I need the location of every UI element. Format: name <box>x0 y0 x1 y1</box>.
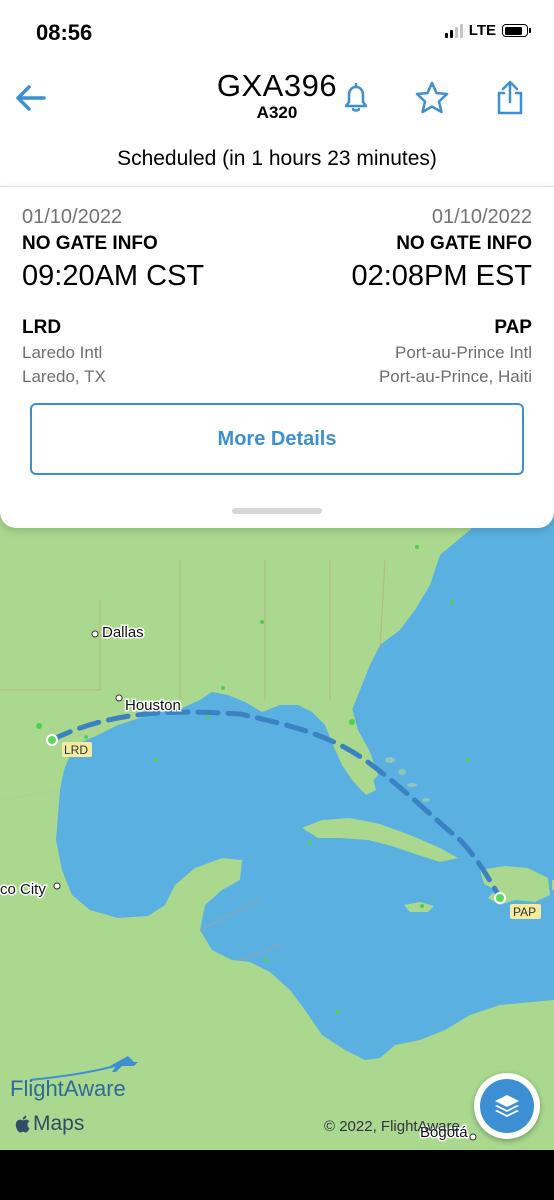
arrival-airport: Port-au-Prince Intl <box>395 343 532 362</box>
share-button[interactable] <box>490 78 530 118</box>
clock: 08:56 <box>36 20 93 45</box>
signal-icon <box>444 23 463 38</box>
departure-time: 09:20AM CST <box>22 260 205 292</box>
layers-button[interactable] <box>474 1073 540 1139</box>
status-bar: 08:56 LTE <box>0 0 554 62</box>
arrival-city: Port-au-Prince, Haiti <box>378 367 532 386</box>
arrival-gate: NO GATE INFO <box>396 233 532 254</box>
lrd-badge[interactable]: LRD <box>62 742 92 757</box>
favorite-button[interactable] <box>412 78 452 118</box>
departure-airport: Laredo Intl <box>22 343 103 362</box>
dallas-label: Dallas <box>102 624 144 641</box>
departure-city: Laredo, TX <box>22 367 106 386</box>
departure-date: 01/10/2022 <box>22 206 123 228</box>
status-indicators: LTE <box>444 22 531 39</box>
layers-inner <box>480 1079 534 1133</box>
mexico-city-dot <box>53 882 61 890</box>
apple-icon <box>15 1115 30 1133</box>
lrd-map-label: LRD <box>64 743 88 757</box>
flightaware-text: FlightAware <box>10 1076 126 1101</box>
arrival-code: PAP <box>494 317 532 338</box>
star-icon <box>415 81 449 114</box>
bogota-dot <box>469 1133 477 1141</box>
flight-status: Scheduled (in 1 hours 23 minutes) <box>0 136 554 186</box>
more-details-button[interactable]: More Details <box>30 403 524 475</box>
maps-text: Maps <box>33 1112 85 1135</box>
houston-label: Houston <box>125 697 181 714</box>
bell-icon <box>344 82 368 112</box>
flight-number: GXA396 <box>216 68 338 103</box>
aircraft-type: A320 <box>256 103 298 122</box>
copyright-text: © 2022, FlightAware <box>324 1118 460 1135</box>
battery-icon <box>502 24 531 37</box>
apple-maps-logo: Maps <box>14 1112 84 1136</box>
arrival-info: 01/10/2022 NO GATE INFO 02:08PM EST PAP … <box>351 204 532 389</box>
pap-map-label: PAP <box>513 905 536 919</box>
flight-info-card: 01/10/2022 NO GATE INFO 09:20AM CST LRD … <box>0 186 554 528</box>
pap-badge[interactable]: PAP <box>510 904 541 919</box>
arrival-date: 01/10/2022 <box>431 206 532 228</box>
alert-button[interactable] <box>336 78 376 118</box>
layers-icon <box>495 1095 519 1117</box>
network-label: LTE <box>468 22 496 39</box>
flightaware-logo: FlightAware <box>10 1054 150 1102</box>
dallas-dot <box>91 630 99 638</box>
mexico-city-label: co City <box>0 881 46 898</box>
houston-dot <box>115 694 123 702</box>
departure-info: 01/10/2022 NO GATE INFO 09:20AM CST LRD … <box>22 204 204 389</box>
pap-marker[interactable] <box>494 892 506 904</box>
share-icon <box>497 80 523 115</box>
departure-code: LRD <box>22 317 62 338</box>
home-indicator-bar <box>0 1150 554 1200</box>
departure-gate: NO GATE INFO <box>22 233 158 254</box>
drag-handle[interactable] <box>232 508 322 514</box>
app-header: GXA396 A320 <box>0 62 554 136</box>
lrd-marker[interactable] <box>46 734 58 746</box>
arrival-time: 02:08PM EST <box>351 260 532 292</box>
